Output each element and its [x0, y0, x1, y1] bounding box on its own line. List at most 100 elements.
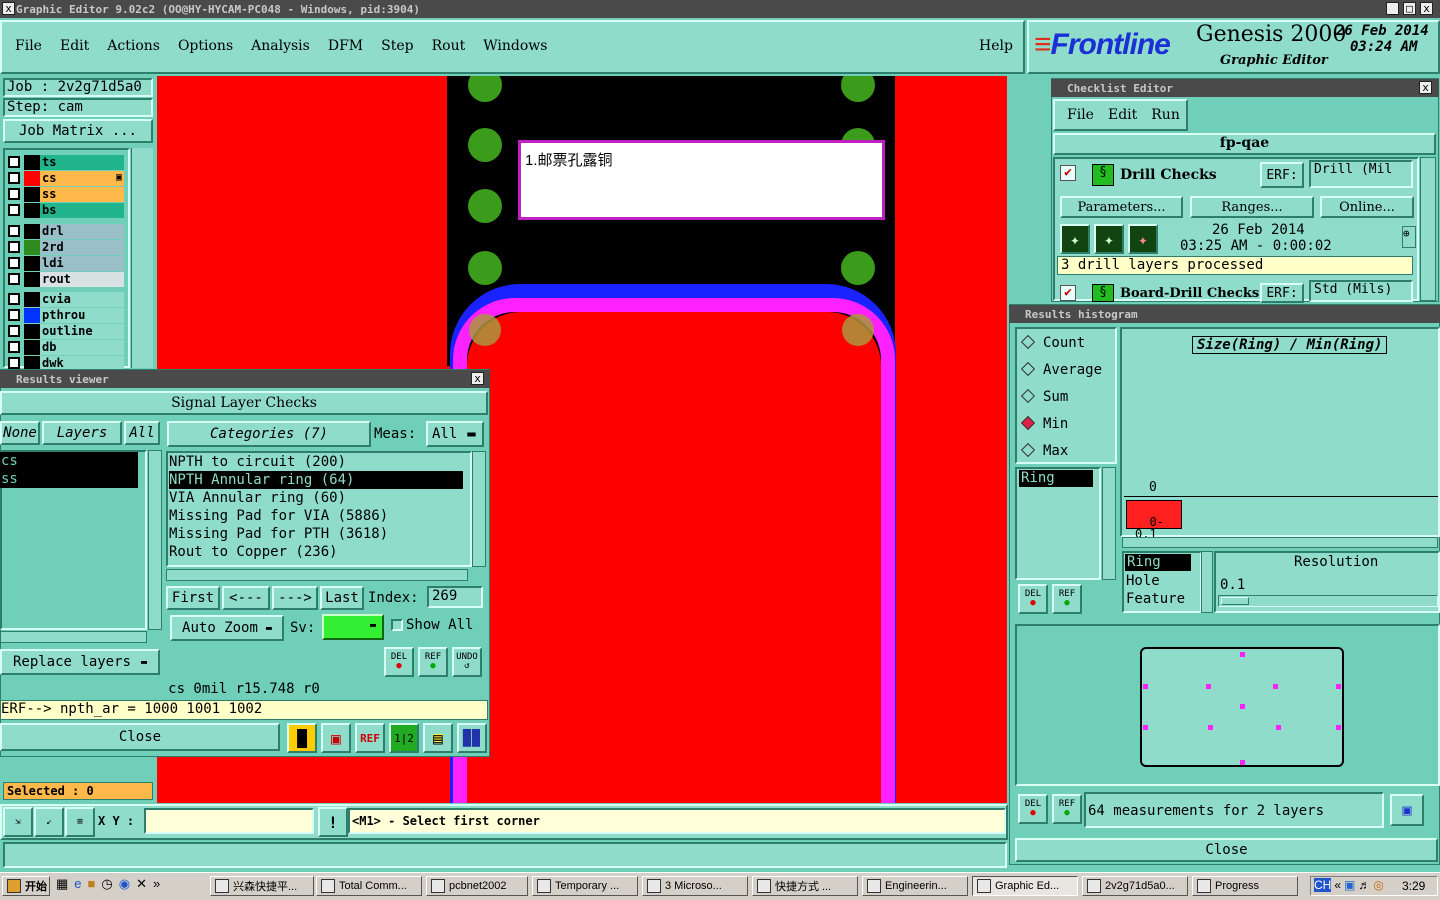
taskbar-item[interactable]: 2v2g71d5a0...: [1082, 876, 1188, 896]
layer-checkbox[interactable]: [8, 257, 20, 269]
mode-radio[interactable]: Sum: [1020, 388, 1068, 405]
result-marker[interactable]: [1276, 725, 1281, 730]
menu-options[interactable]: Options: [178, 38, 233, 54]
layer-row[interactable]: ldi: [6, 256, 124, 271]
layer-color-swatch[interactable]: [24, 155, 40, 170]
next-button[interactable]: --->: [272, 586, 318, 610]
group-scrollbar[interactable]: [1201, 551, 1213, 613]
resolution-slider[interactable]: [1218, 595, 1438, 607]
layer-name[interactable]: cs ▣: [40, 171, 124, 186]
layer-row[interactable]: db: [6, 340, 124, 355]
attr-scrollbar[interactable]: [1102, 467, 1116, 580]
categories-hscroll[interactable]: [166, 569, 468, 581]
layer-name[interactable]: db: [40, 340, 124, 355]
stop-icon[interactable]: ✦: [1128, 224, 1158, 254]
layers-button[interactable]: Layers: [42, 421, 122, 445]
layer-scrollbar[interactable]: [131, 148, 153, 368]
hist-del-button-2[interactable]: DEL ●: [1018, 794, 1048, 824]
layer-name[interactable]: drl: [40, 224, 124, 239]
taskbar-item[interactable]: Graphic Ed...: [972, 876, 1078, 896]
layer-checkbox[interactable]: [8, 325, 20, 337]
ranges-button[interactable]: Ranges...: [1190, 196, 1314, 218]
layer-item-ss[interactable]: ss: [0, 470, 138, 488]
show-all-checkbox[interactable]: [391, 619, 403, 631]
menu-actions[interactable]: Actions: [107, 38, 160, 54]
menu-rout[interactable]: Rout: [432, 38, 466, 54]
start-button[interactable]: 开始: [2, 876, 50, 896]
folder-icon[interactable]: ■: [88, 876, 96, 892]
menu-analysis[interactable]: Analysis: [251, 38, 310, 54]
layer-row[interactable]: pthrou: [6, 308, 124, 323]
results-close-button[interactable]: Close: [0, 723, 280, 751]
layer-row[interactable]: outline: [6, 324, 124, 339]
drill-checks-checkbox[interactable]: ✔: [1060, 165, 1076, 181]
layer-checkbox[interactable]: [8, 188, 20, 200]
speaker-icon[interactable]: ♬: [1358, 878, 1370, 892]
layer-item-cs[interactable]: cs: [0, 452, 138, 470]
category-item[interactable]: Rout to Copper (236): [169, 543, 463, 561]
ie-icon[interactable]: e: [74, 876, 81, 892]
board-drill-checkbox[interactable]: ✔: [1060, 285, 1076, 301]
result-marker[interactable]: [1143, 684, 1148, 689]
layer-checkbox[interactable]: [8, 357, 20, 369]
slider-thumb[interactable]: [1221, 597, 1249, 605]
taskbar-item[interactable]: 兴森快捷平...: [210, 876, 314, 896]
taskbar-item[interactable]: Engineerin...: [862, 876, 968, 896]
antivirus-icon[interactable]: ◎: [1373, 878, 1383, 892]
layer-color-swatch[interactable]: [24, 171, 40, 186]
categories-button[interactable]: Categories (7): [167, 421, 371, 447]
layer-row[interactable]: cvia: [6, 292, 124, 307]
layer-color-swatch[interactable]: [24, 203, 40, 218]
minimize-button[interactable]: _: [1386, 2, 1399, 15]
layer-stack-icon[interactable]: █: [287, 723, 317, 753]
result-marker[interactable]: [1336, 684, 1341, 689]
layer-row[interactable]: bs: [6, 203, 124, 218]
replace-layers-dropdown[interactable]: Replace layers ▬: [0, 649, 160, 675]
taskbar-item[interactable]: pcbnet2002: [426, 876, 528, 896]
layer-color-swatch[interactable]: [24, 308, 40, 323]
layer-row[interactable]: cs ▣: [6, 171, 124, 186]
taskbar-item[interactable]: Total Comm...: [316, 876, 422, 896]
hist-ref-button-2[interactable]: REF ●: [1052, 794, 1082, 824]
layer-results-hscroll[interactable]: [0, 631, 147, 643]
menu-edit[interactable]: Edit: [60, 38, 89, 54]
parameters-button[interactable]: Parameters...: [1060, 196, 1183, 218]
layer-name[interactable]: rout: [40, 272, 124, 287]
taskbar-item[interactable]: Temporary ...: [532, 876, 638, 896]
checklist-side-icon[interactable]: ⊕: [1402, 226, 1416, 248]
browser-icon[interactable]: ◉: [119, 876, 130, 892]
layer-row[interactable]: drl: [6, 224, 124, 239]
tool-icon[interactable]: ✕: [136, 876, 147, 892]
zoom-area-icon[interactable]: ⇲: [3, 807, 33, 837]
close-window-button[interactable]: x: [1420, 2, 1433, 15]
layer-name[interactable]: cvia: [40, 292, 124, 307]
undo-button[interactable]: UNDO ↺: [452, 647, 482, 677]
layer-checkbox[interactable]: [8, 341, 20, 353]
layer-checkbox[interactable]: [8, 309, 20, 321]
clock-icon[interactable]: ◷: [101, 876, 112, 892]
sv-dropdown[interactable]: ▬: [322, 614, 384, 640]
layer-color-swatch[interactable]: [24, 292, 40, 307]
layer-color-swatch[interactable]: [24, 324, 40, 339]
hist-del-button[interactable]: DEL ●: [1018, 584, 1048, 614]
hist-ref-button[interactable]: REF ●: [1052, 584, 1082, 614]
category-item[interactable]: NPTH Annular ring (64): [169, 471, 463, 489]
job-matrix-button[interactable]: Job Matrix ...: [3, 119, 153, 143]
none-button[interactable]: None: [0, 421, 40, 445]
layer-name[interactable]: ss: [40, 187, 124, 202]
taskbar-item[interactable]: Progress: [1192, 876, 1298, 896]
result-marker[interactable]: [1273, 684, 1278, 689]
result-marker[interactable]: [1240, 652, 1245, 657]
meas-dropdown[interactable]: All ▬: [426, 421, 484, 447]
menu-help[interactable]: Help: [979, 38, 1013, 54]
result-marker[interactable]: [1206, 684, 1211, 689]
first-button[interactable]: First: [166, 586, 220, 610]
checklist-scrollbar[interactable]: [1420, 157, 1436, 301]
index-field[interactable]: 269: [427, 586, 483, 608]
layer-row[interactable]: ss: [6, 187, 124, 202]
run-icon[interactable]: ✦: [1060, 224, 1090, 254]
export-icon[interactable]: ▣: [1390, 794, 1424, 826]
mode-radio[interactable]: Max: [1020, 442, 1068, 459]
results-viewer-close-icon[interactable]: x: [471, 372, 484, 385]
layer-color-swatch[interactable]: [24, 187, 40, 202]
